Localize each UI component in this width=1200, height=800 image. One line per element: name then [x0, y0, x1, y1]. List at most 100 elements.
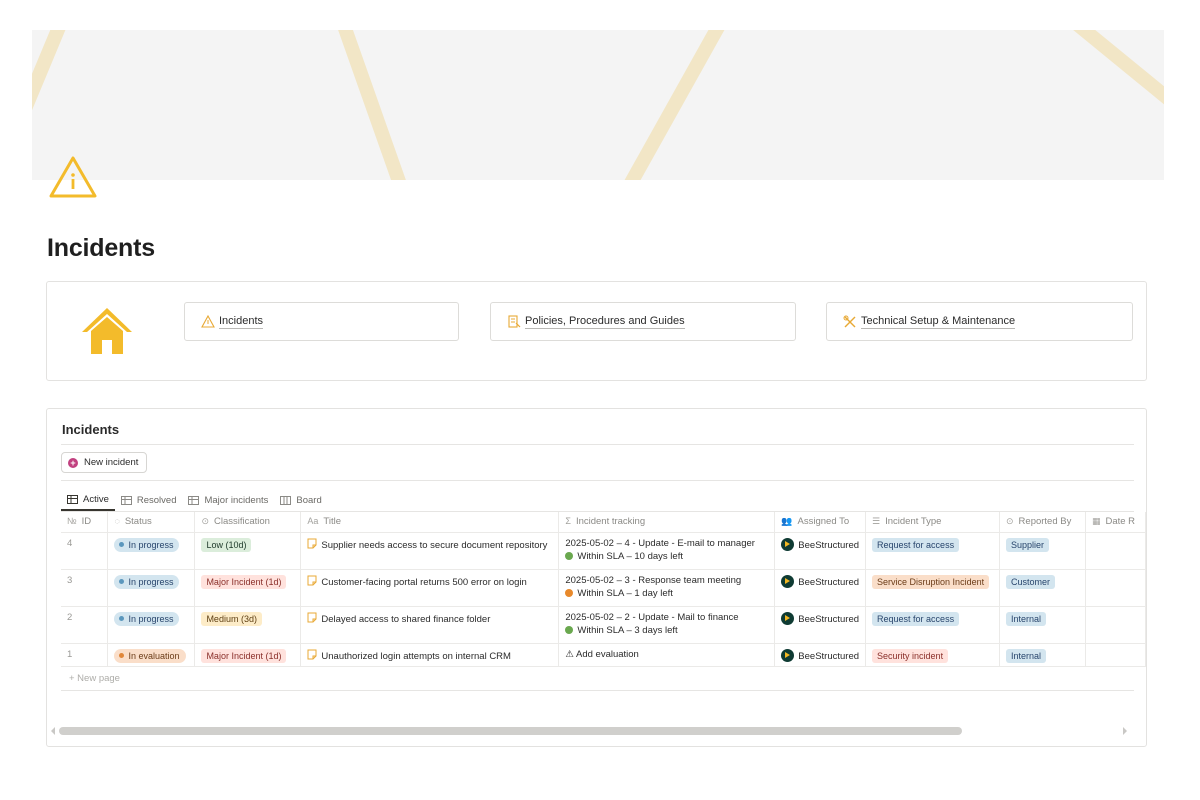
tab-resolved[interactable]: Resolved — [115, 489, 183, 511]
incidents-table: № ID ◌ Status ⊙ Classification Aa Title Σ Inc… — [61, 512, 1146, 667]
page-title: Incidents — [47, 234, 155, 262]
cell-id: 3 — [61, 569, 109, 607]
tools-icon — [843, 315, 856, 328]
cell-assigned-to[interactable]: BeeStructured — [774, 643, 867, 667]
cell-incident-tracking: ⚠ Add evaluation — [558, 643, 776, 667]
avatar — [781, 537, 795, 551]
table-row[interactable]: 4 In progress Low (10d) Supplier needs a… — [61, 532, 1146, 570]
table-icon — [67, 494, 78, 504]
tab-label: Board — [296, 494, 322, 506]
note-icon — [307, 575, 317, 585]
database-title: Incidents — [62, 422, 120, 437]
cover-pattern — [32, 30, 1164, 180]
cell-reported-by[interactable]: Supplier — [999, 532, 1086, 570]
cell-date[interactable] — [1085, 643, 1146, 667]
select-icon: ⊙ — [201, 516, 209, 527]
cell-status[interactable]: In evaluation — [107, 643, 196, 667]
table-row[interactable]: 1 In evaluation Major Incident (1d) Unau… — [61, 643, 1146, 667]
cell-incident-type[interactable]: Service Disruption Incident — [865, 569, 1000, 607]
plus-icon: + — [68, 457, 78, 468]
tab-major-incidents[interactable]: Major incidents — [182, 489, 274, 511]
column-header-date[interactable]: ▦ Date R — [1085, 512, 1146, 533]
note-icon — [307, 538, 317, 548]
cell-date[interactable] — [1085, 606, 1146, 644]
list-icon: ☰ — [872, 516, 881, 527]
cell-status[interactable]: In progress — [107, 606, 196, 644]
table-header-row: № ID ◌ Status ⊙ Classification Aa Title Σ Inc… — [61, 512, 1146, 533]
people-icon: 👥 — [781, 516, 793, 527]
column-header-status[interactable]: ◌ Status — [107, 512, 196, 533]
cell-incident-type[interactable]: Request for access — [865, 532, 1000, 570]
cell-id: 1 — [61, 643, 109, 667]
formula-icon: Σ — [565, 516, 571, 527]
cell-status[interactable]: In progress — [107, 569, 196, 607]
tab-active[interactable]: Active — [61, 489, 115, 511]
cell-title[interactable]: Unauthorized login attempts on internal … — [300, 643, 560, 667]
avatar — [781, 611, 795, 625]
cell-reported-by[interactable]: Customer — [999, 569, 1086, 607]
new-incident-label: New incident — [84, 457, 139, 468]
table-icon — [188, 495, 200, 505]
cell-date[interactable] — [1085, 532, 1146, 570]
cell-status[interactable]: In progress — [107, 532, 196, 570]
new-incident-button[interactable]: + New incident — [61, 452, 148, 473]
incidents-database: Incidents + New incident Active Resolved… — [46, 408, 1147, 747]
tab-label: Major incidents — [204, 494, 269, 506]
cell-id: 4 — [61, 532, 109, 570]
board-icon — [280, 495, 292, 505]
cell-title[interactable]: Supplier needs access to secure document… — [300, 532, 560, 570]
cell-assigned-to[interactable]: BeeStructured — [774, 532, 867, 570]
cell-incident-tracking: 2025-05-02 – 2 - Update - Mail to financ… — [558, 606, 776, 644]
navigation-callout: Incidents Policies, Procedures and Guide… — [46, 281, 1147, 381]
column-header-id[interactable]: № ID — [61, 512, 109, 533]
divider — [61, 444, 1134, 445]
scroll-left-icon[interactable] — [51, 727, 55, 735]
home-icon — [82, 308, 132, 354]
cell-title[interactable]: Customer-facing portal returns 500 error… — [300, 569, 560, 607]
warning-icon — [49, 156, 97, 198]
nav-link-policies[interactable]: Policies, Procedures and Guides — [490, 302, 796, 341]
cell-assigned-to[interactable]: BeeStructured — [774, 569, 867, 607]
cell-classification[interactable]: Major Incident (1d) — [194, 643, 302, 667]
cell-assigned-to[interactable]: BeeStructured — [774, 606, 867, 644]
nav-link-incidents[interactable]: Incidents — [184, 302, 459, 341]
sla-status-icon — [565, 625, 574, 634]
note-icon — [307, 612, 317, 622]
scroll-right-icon[interactable] — [1123, 727, 1127, 735]
avatar — [781, 574, 795, 588]
scrollbar-thumb[interactable] — [59, 727, 962, 735]
cell-date[interactable] — [1085, 569, 1146, 607]
tab-board[interactable]: Board — [274, 489, 327, 511]
tab-label: Active — [83, 493, 109, 505]
warning-icon — [201, 315, 215, 328]
cell-reported-by[interactable]: Internal — [999, 606, 1086, 644]
cell-title[interactable]: Delayed access to shared finance folder — [300, 606, 560, 644]
horizontal-scrollbar[interactable] — [51, 726, 1140, 736]
column-header-incident-tracking[interactable]: Σ Incident tracking — [558, 512, 776, 533]
page-cover — [32, 30, 1164, 180]
sla-status-icon — [565, 551, 574, 560]
nav-link-label: Incidents — [219, 314, 264, 329]
calendar-icon: ▦ — [1091, 516, 1101, 527]
new-page-button[interactable]: + New page — [69, 673, 120, 684]
column-header-incident-type[interactable]: ☰ Incident Type — [865, 512, 1000, 533]
column-header-classification[interactable]: ⊙ Classification — [194, 512, 302, 533]
cell-reported-by[interactable]: Internal — [999, 643, 1086, 667]
cell-classification[interactable]: Low (10d) — [194, 532, 302, 570]
divider — [61, 690, 1134, 691]
column-header-assigned-to[interactable]: 👥 Assigned To — [774, 512, 867, 533]
cell-incident-type[interactable]: Request for access — [865, 606, 1000, 644]
nav-link-technical[interactable]: Technical Setup & Maintenance — [826, 302, 1133, 341]
column-header-reported-by[interactable]: ⊙ Reported By — [999, 512, 1086, 533]
view-tabs: Active Resolved Major incidents Board — [61, 489, 328, 511]
cell-classification[interactable]: Major Incident (1d) — [194, 569, 302, 607]
table-row[interactable]: 2 In progress Medium (3d) Delayed access… — [61, 606, 1146, 644]
note-icon — [307, 649, 317, 659]
table-row[interactable]: 3 In progress Major Incident (1d) Custom… — [61, 569, 1146, 607]
cell-incident-tracking: 2025-05-02 – 3 - Response team meeting W… — [558, 569, 776, 607]
select-icon: ⊙ — [1006, 516, 1014, 527]
cell-classification[interactable]: Medium (3d) — [194, 606, 302, 644]
nav-link-label: Technical Setup & Maintenance — [861, 314, 1016, 329]
column-header-title[interactable]: Aa Title — [300, 512, 560, 533]
cell-incident-type[interactable]: Security incident — [865, 643, 1000, 667]
